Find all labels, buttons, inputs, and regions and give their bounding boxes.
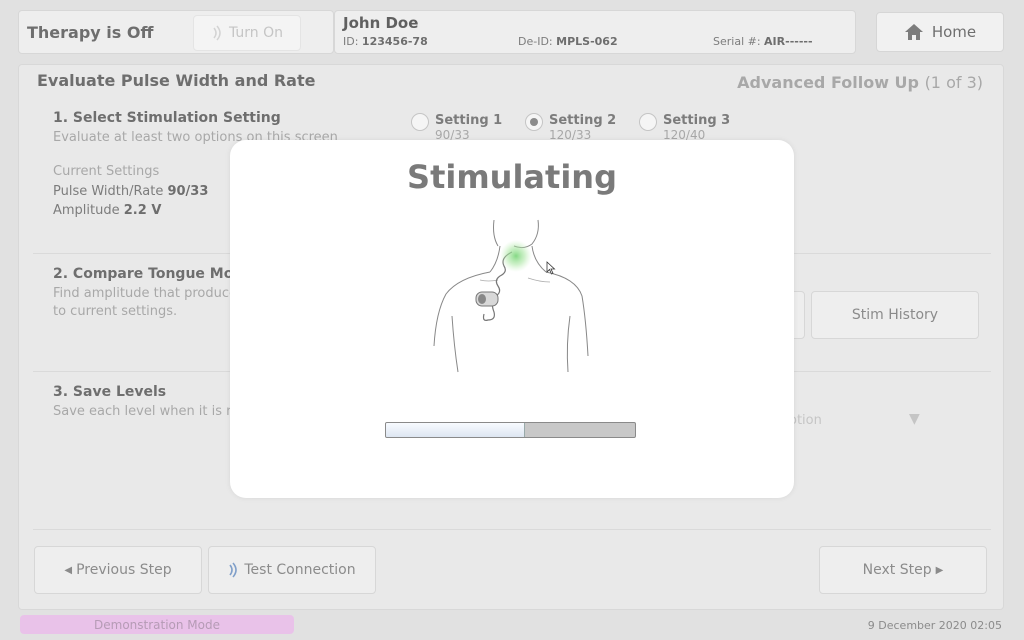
stimulating-dialog: Stimulating (230, 140, 794, 498)
stimulation-progress-bar (385, 422, 636, 438)
mouse-cursor-icon (546, 261, 556, 275)
patient-torso-illustration (433, 219, 589, 373)
dialog-title: Stimulating (407, 158, 617, 196)
progress-fill (386, 423, 526, 437)
